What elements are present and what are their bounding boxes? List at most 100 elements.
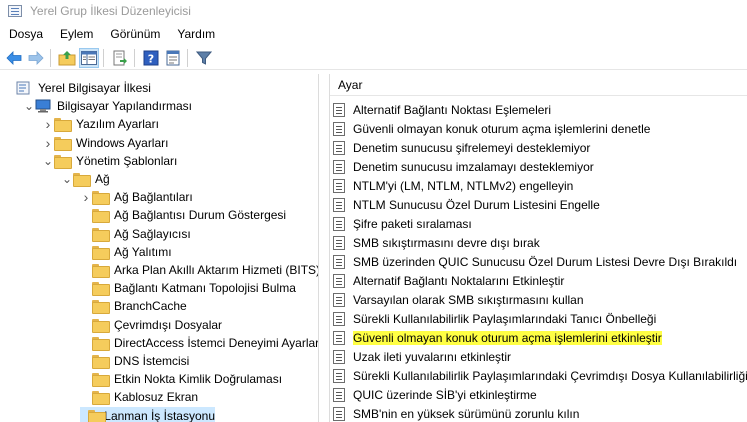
group-policy-app-icon [8,5,22,17]
setting-label: Sürekli Kullanılabilirlik Paylaşımlarınd… [353,368,747,383]
tree-item[interactable]: Arka Plan Akıllı Aktarım Hizmeti (BITS) [80,261,319,279]
setting-label: QUIC üzerinde SİB'yi etkinleştirme [353,387,537,402]
setting-row[interactable]: QUIC üzerinde SİB'yi etkinleştirme [330,385,747,404]
tree-item-label: Lanman İş İstasyonu [104,408,215,422]
folder-icon [54,154,72,169]
setting-label: Alternatif Bağlantı Noktalarını Etkinleş… [353,273,565,288]
tree-item-label: Ağ Sağlayıcısı [114,226,191,241]
tree-item-label: DNS İstemcisi [114,354,190,368]
chevron-down-icon[interactable]: ⌄ [42,152,54,170]
tree-item[interactable]: Ağ Yalıtımı [80,243,172,261]
setting-row[interactable]: Sürekli Kullanılabilirlik Paylaşımlarınd… [330,366,747,385]
tree-item-label: Yönetim Şablonları [76,153,178,168]
tree-item-label: Bilgisayar Yapılandırması [57,99,192,114]
settings-pane: Ayar Alternatif Bağlantı Noktası Eşlemel… [329,74,747,422]
menu-gorunum[interactable]: Görünüm [101,24,168,44]
tree-item[interactable]: Kablosuz Ekran [80,388,198,406]
policy-setting-icon [333,178,345,193]
export-list-icon [113,50,127,65]
tree-item-label: Ağ [95,172,110,186]
tree-item[interactable]: › Ağ Bağlantıları [80,188,193,206]
setting-row[interactable]: Alternatif Bağlantı Noktası Eşlemeleri [330,100,747,119]
forward-button[interactable] [26,48,46,68]
setting-label: Sürekli Kullanılabilirlik Paylaşımlarınd… [353,311,657,326]
help-button[interactable]: ? [141,48,161,68]
tree-item[interactable]: ⌄ Yönetim Şablonları [42,152,177,170]
tree-item-label: DirectAccess İstemci Deneyimi Ayarları [114,335,319,350]
show-hide-tree-button[interactable] [79,47,99,68]
setting-label: NTLM Sunucusu Özel Durum Listesini Engel… [353,197,600,212]
tree-item[interactable]: Yerel Bilgisayar İlkesi [4,79,151,97]
tree-item[interactable]: DNS İstemcisi [80,352,189,370]
tree-item-label: Etkin Nokta Kimlik Doğrulaması [114,372,283,387]
properties-icon [166,50,180,65]
chevron-right-icon[interactable]: › [42,115,54,133]
folder-icon [92,282,110,297]
folder-icon [92,245,110,260]
setting-row[interactable]: SMB'nin en yüksek sürümünü zorunlu kılın [330,404,747,422]
policy-setting-icon [333,121,345,136]
tree-item[interactable]: › Yazılım Ayarları [42,115,159,133]
tree-item[interactable]: DirectAccess İstemci Deneyimi Ayarları [80,334,319,352]
setting-row[interactable]: Alternatif Bağlantı Noktalarını Etkinleş… [330,271,747,290]
setting-row[interactable]: Varsayılan olarak SMB sıkıştırmasını kul… [330,290,747,309]
menu-eylem[interactable]: Eylem [51,24,101,44]
tree-item[interactable]: Etkin Nokta Kimlik Doğrulaması [80,370,282,388]
back-button[interactable] [4,48,24,68]
setting-row[interactable]: NTLM Sunucusu Özel Durum Listesini Engel… [330,195,747,214]
setting-row[interactable]: SMB üzerinden QUIC Sunucusu Özel Durum L… [330,252,747,271]
tree-item[interactable]: Çevrimdışı Dosyalar [80,316,222,334]
setting-label-highlighted: Güvenli olmayan konuk oturum açma işleml… [353,330,662,345]
setting-row[interactable]: Sürekli Kullanılabilirlik Paylaşımlarınd… [330,309,747,328]
tree-item[interactable]: Lanman İş İstasyonu [80,406,215,422]
toolbar: ? [0,46,747,70]
tree-item[interactable]: Ağ Bağlantısı Durum Göstergesi [80,206,286,224]
tree-item[interactable]: Ağ Sağlayıcısı [80,225,191,243]
svg-text:?: ? [148,52,154,65]
tree-item[interactable]: Bağlantı Katmanı Topolojisi Bulma [80,279,296,297]
policy-setting-icon [333,102,345,117]
toolbar-separator [50,48,51,67]
setting-label: NTLM'yi (LM, NTLM, NTLMv2) engelleyin [353,178,574,193]
chevron-right-icon[interactable]: › [80,188,92,206]
menu-dosya[interactable]: Dosya [0,24,51,44]
policy-setting-icon [333,159,345,174]
policy-setting-icon [333,273,345,288]
menu-yardim[interactable]: Yardım [168,24,223,44]
setting-row[interactable]: Uzak ileti yuvalarını etkinleştir [330,347,747,366]
policy-setting-icon [333,349,345,364]
up-one-level-button[interactable] [57,48,77,68]
tree-item-label: Ağ Bağlantıları [114,190,193,205]
policy-setting-icon [333,311,345,326]
setting-row[interactable]: SMB sıkıştırmasını devre dışı bırak [330,233,747,252]
tree-item-label: Arka Plan Akıllı Aktarım Hizmeti (BITS) [114,263,319,277]
setting-row[interactable]: Şifre paketi sıralaması [330,214,747,233]
chevron-down-icon[interactable]: ⌄ [61,170,73,188]
setting-row[interactable]: Güvenli olmayan konuk oturum açma işleml… [330,328,747,347]
chevron-right-icon[interactable]: › [42,134,54,152]
chevron-down-icon[interactable]: ⌄ [23,97,35,115]
setting-row[interactable]: Denetim sunucusu şifrelemeyi desteklemiy… [330,138,747,157]
properties-button[interactable] [163,48,183,68]
export-list-button[interactable] [110,48,130,68]
tree-item[interactable]: › Windows Ayarları [42,134,168,152]
setting-label: Varsayılan olarak SMB sıkıştırmasını kul… [353,292,584,307]
policy-setting-icon [333,330,345,345]
setting-row[interactable]: NTLM'yi (LM, NTLM, NTLMv2) engelleyin [330,176,747,195]
setting-label: Denetim sunucusu imzalamayı desteklemiyo… [353,159,594,174]
tree-item[interactable]: BranchCache [80,297,187,315]
setting-row[interactable]: Güvenli olmayan konuk oturum açma işleml… [330,119,747,138]
tree-item[interactable]: ⌄ Bilgisayar Yapılandırması [23,97,192,115]
tree-item[interactable]: ⌄ Ağ [61,170,110,188]
policy-setting-icon [333,140,345,155]
filter-button[interactable] [194,48,214,68]
setting-row[interactable]: Denetim sunucusu imzalamayı desteklemiyo… [330,157,747,176]
help-icon: ? [143,50,159,65]
column-header-ayar[interactable]: Ayar [330,74,747,96]
